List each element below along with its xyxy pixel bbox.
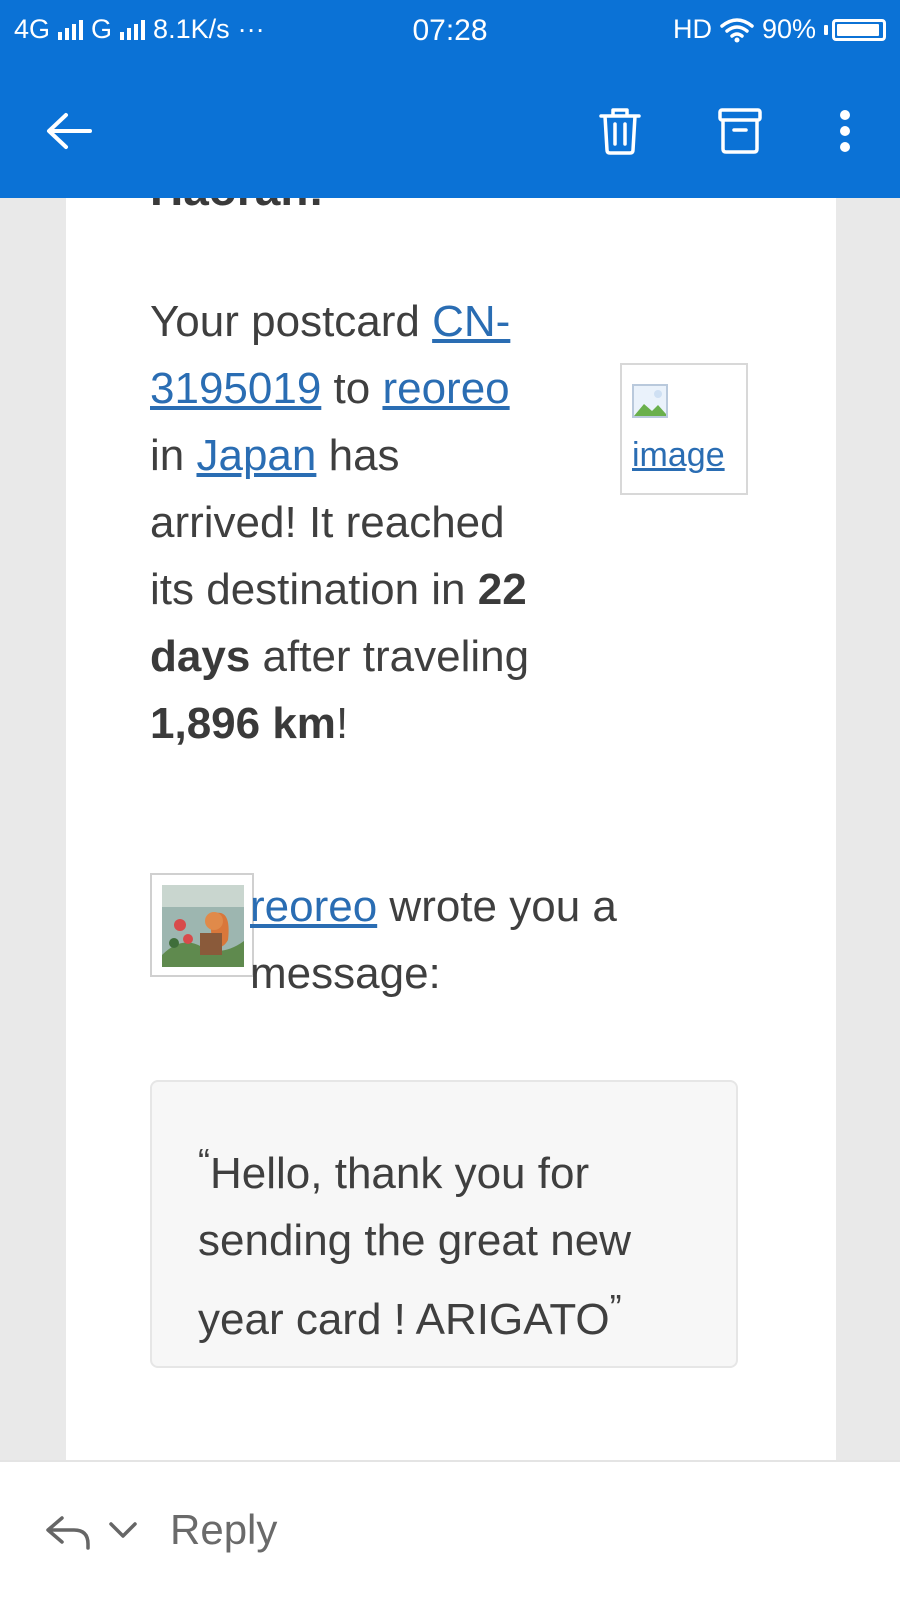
reply-bar: Reply xyxy=(0,1460,900,1602)
quote-text: Hello, thank you for sending the great n… xyxy=(198,1149,631,1344)
body-text: Your postcard xyxy=(150,297,433,346)
reply-icon xyxy=(46,1516,90,1550)
sender-row: reoreo wrote you a message: xyxy=(150,873,710,1013)
archive-button[interactable] xyxy=(705,96,775,166)
status-right: HD 90% xyxy=(673,14,886,45)
more-options-button[interactable] xyxy=(810,96,880,166)
status-bar: 4G G 8.1K/s ··· 07:28 HD 90% xyxy=(0,0,900,64)
body-text: after traveling xyxy=(250,632,530,681)
battery-tip xyxy=(824,24,828,35)
hd-indicator: HD xyxy=(672,14,712,44)
reply-button[interactable] xyxy=(44,1512,94,1557)
broken-image-link[interactable]: image xyxy=(620,363,748,495)
back-button[interactable] xyxy=(34,96,104,166)
email-card: Haoran: Your postcard CN-3195019 to reor… xyxy=(66,198,836,1460)
recipient-link[interactable]: reoreo xyxy=(382,364,509,413)
open-quote: “ xyxy=(198,1141,210,1182)
sender-avatar[interactable] xyxy=(150,873,254,977)
sender-message: reoreo wrote you a message: xyxy=(250,873,670,1007)
distance-value: 1,896 km xyxy=(150,699,336,748)
archive-icon xyxy=(718,108,762,154)
postcard-thumbnail xyxy=(162,885,244,967)
reply-options-dropdown[interactable] xyxy=(108,1520,138,1545)
country-link[interactable]: Japan xyxy=(196,431,316,480)
broken-image-alt: image xyxy=(632,436,725,474)
email-content[interactable]: Haoran: Your postcard CN-3195019 to reor… xyxy=(0,198,900,1460)
body-text: to xyxy=(321,364,383,413)
message-quote-box: “Hello, thank you for sending the great … xyxy=(150,1080,738,1368)
delete-button[interactable] xyxy=(585,96,655,166)
app-toolbar xyxy=(0,64,900,198)
close-quote: ” xyxy=(609,1287,622,1328)
arrival-paragraph: Your postcard CN-3195019 to reoreo in Ja… xyxy=(150,288,530,757)
wifi-icon xyxy=(720,17,754,42)
chevron-down-icon xyxy=(109,1522,137,1538)
body-text: ! xyxy=(335,699,349,748)
sender-link[interactable]: reoreo xyxy=(250,882,377,931)
battery-icon xyxy=(832,18,886,41)
trash-icon xyxy=(599,108,641,155)
body-text: in xyxy=(150,431,197,480)
reply-label[interactable]: Reply xyxy=(170,1506,277,1554)
battery-percent: 90% xyxy=(761,14,816,44)
arrow-left-icon xyxy=(47,113,92,149)
broken-image-icon xyxy=(632,384,668,418)
greeting: Haoran: xyxy=(150,198,324,216)
more-vertical-icon xyxy=(840,110,850,152)
